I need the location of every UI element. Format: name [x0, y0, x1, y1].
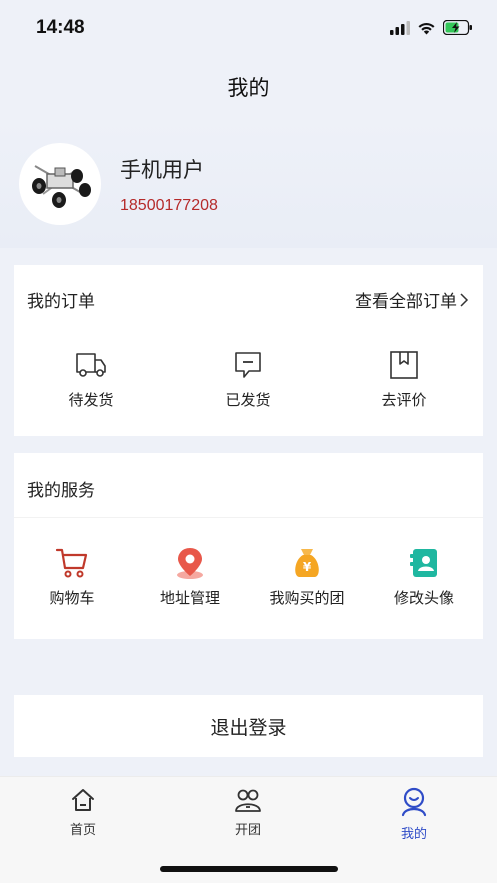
page-title: 我的: [227, 76, 270, 100]
truck-icon: [76, 353, 106, 377]
orders-card: 我的订单 查看全部订单 待发货 已发货 去评价: [14, 265, 483, 436]
order-review-label: 去评价: [381, 391, 427, 409]
chevron-right-icon: [460, 292, 469, 307]
message-box-icon: [235, 352, 261, 378]
home-icon: [72, 789, 94, 811]
home-indicator: [160, 866, 338, 872]
tab-start-group[interactable]: 开团: [198, 787, 298, 838]
status-time: 14:48: [36, 17, 85, 38]
svg-text:¥: ¥: [303, 560, 312, 574]
battery-icon: [443, 20, 472, 35]
status-icons: [390, 20, 473, 35]
rc-car-icon: [32, 165, 91, 208]
services-card: 我的服务 购物车 地址管理 ¥ 我购买的团 修改头像: [14, 453, 483, 639]
money-bag-icon: ¥: [295, 549, 319, 577]
view-all-orders-label: 查看全部订单: [355, 292, 457, 312]
status-bar: 14:48: [0, 0, 497, 60]
services-divider: [14, 517, 483, 518]
logout-button[interactable]: 退出登录: [14, 695, 483, 757]
service-address-label: 地址管理: [159, 589, 220, 607]
contact-card-icon: [410, 549, 437, 577]
signal-icon: [390, 20, 410, 35]
box-icon: [390, 351, 418, 379]
service-my-groups[interactable]: ¥ 我购买的团: [247, 547, 367, 608]
services-title: 我的服务: [27, 481, 95, 501]
user-icon: [401, 787, 427, 817]
user-phone: 18500177208: [120, 197, 218, 214]
order-shipped-label: 已发货: [225, 391, 271, 409]
service-cart-label: 购物车: [49, 589, 95, 607]
user-name: 手机用户: [120, 158, 204, 182]
service-change-avatar[interactable]: 修改头像: [364, 547, 484, 608]
service-change-avatar-label: 修改头像: [393, 589, 454, 607]
orders-title: 我的订单: [27, 292, 95, 312]
tab-home-label: 首页: [69, 823, 96, 838]
avatar[interactable]: [19, 143, 101, 225]
cart-icon: [55, 548, 88, 578]
tab-home[interactable]: 首页: [33, 787, 133, 838]
wifi-icon: [418, 22, 435, 34]
tab-start-group-label: 开团: [234, 823, 261, 838]
service-cart[interactable]: 购物车: [12, 547, 132, 608]
tab-mine[interactable]: 我的: [364, 787, 464, 842]
location-pin-icon: [177, 548, 203, 579]
logout-label: 退出登录: [210, 717, 287, 739]
order-to-review[interactable]: 去评价: [344, 349, 464, 410]
order-pending-shipment[interactable]: 待发货: [31, 349, 151, 410]
service-address[interactable]: 地址管理: [130, 547, 250, 608]
order-shipped[interactable]: 已发货: [188, 349, 308, 410]
tab-mine-label: 我的: [400, 827, 427, 842]
view-all-orders-link[interactable]: 查看全部订单: [355, 287, 469, 312]
group-icon: [235, 789, 261, 812]
service-my-groups-label: 我购买的团: [269, 589, 345, 607]
order-pending-label: 待发货: [68, 391, 114, 409]
